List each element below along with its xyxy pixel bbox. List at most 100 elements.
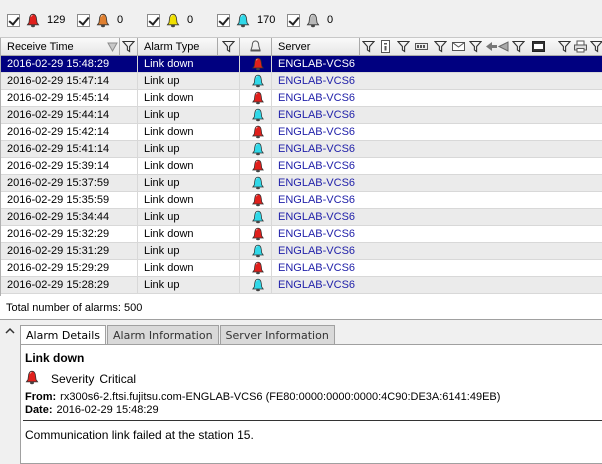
- cell-receive-time: 2016-02-29 15:32:29: [1, 226, 138, 242]
- red-alarm-bell-icon: [240, 158, 272, 174]
- triangle-marker-icon[interactable]: [497, 40, 510, 53]
- column-header-alarm-type[interactable]: Alarm Type: [138, 38, 218, 56]
- filter-funnel-icon[interactable]: [122, 40, 135, 53]
- details-divider: [23, 420, 602, 421]
- cell-server: ENGLAB-VCS6: [272, 209, 602, 225]
- table-row[interactable]: 2016-02-29 15:41:14 Link up ENGLAB-VCS6: [1, 141, 602, 158]
- printer-icon[interactable]: [574, 40, 587, 53]
- table-row[interactable]: 2016-02-29 15:31:29 Link up ENGLAB-VCS6: [1, 243, 602, 260]
- cell-receive-time: 2016-02-29 15:42:14: [1, 124, 138, 140]
- date-value: 2016-02-29 15:48:29: [56, 404, 159, 416]
- alarm-from: From: rx300s6-2.ftsi.fujitsu.com-ENGLAB-V…: [25, 391, 500, 403]
- hardware-device-icon[interactable]: [415, 40, 428, 53]
- alarm-table: Receive Time Alarm Type Server 2016-02-2…: [0, 38, 602, 296]
- filter-critical-checkbox[interactable]: [7, 13, 20, 27]
- column-header-server-label: Server: [278, 41, 311, 53]
- severity-value: Critical: [99, 372, 137, 386]
- filter-funnel-icon[interactable]: [558, 40, 571, 53]
- command-exec-icon[interactable]: [532, 40, 545, 53]
- bell-outline-icon: [249, 40, 262, 53]
- filter-funnel-icon[interactable]: [434, 40, 447, 53]
- cell-alarm-type: Link up: [138, 73, 240, 89]
- cyan-alarm-bell-icon: [240, 175, 272, 191]
- filter-info: 170: [217, 11, 275, 29]
- table-row[interactable]: 2016-02-29 15:28:29 Link up ENGLAB-VCS6: [1, 277, 602, 294]
- alarm-title: Link down: [25, 351, 85, 365]
- filter-minor: 0: [147, 11, 193, 29]
- column-header-server[interactable]: Server: [272, 38, 360, 56]
- alarm-table-body: 2016-02-29 15:48:29 Link down ENGLAB-VCS6 2…: [1, 56, 602, 294]
- cell-server: ENGLAB-VCS6: [272, 124, 602, 140]
- alarm-table-header: Receive Time Alarm Type Server: [1, 38, 602, 56]
- cell-alarm-type: Link down: [138, 192, 240, 208]
- cell-receive-time: 2016-02-29 15:34:44: [1, 209, 138, 225]
- filter-funnel-icon[interactable]: [362, 40, 375, 53]
- table-row[interactable]: 2016-02-29 15:45:14 Link down ENGLAB-VCS6: [1, 90, 602, 107]
- filter-funnel-icon[interactable]: [512, 40, 525, 53]
- alarm-severity: Severity Critical: [25, 370, 136, 388]
- document-info-icon[interactable]: [379, 40, 392, 53]
- column-header-receive-time[interactable]: Receive Time: [1, 38, 120, 56]
- cell-receive-time: 2016-02-29 15:37:59: [1, 175, 138, 191]
- sort-descending-icon[interactable]: [106, 40, 119, 53]
- alarm-message: Communication link failed at the station…: [25, 428, 254, 442]
- filter-major-checkbox[interactable]: [77, 13, 90, 27]
- red-alarm-bell-icon: [26, 13, 40, 28]
- cyan-alarm-bell-icon: [240, 243, 272, 259]
- cell-server: ENGLAB-VCS6: [272, 158, 602, 174]
- cell-server: ENGLAB-VCS6: [272, 56, 602, 72]
- filter-funnel-icon[interactable]: [590, 40, 602, 53]
- alarm-details-content: Link down Severity Critical From: rx300s6…: [20, 344, 602, 464]
- envelope-mail-icon[interactable]: [452, 40, 465, 53]
- tab-alarm-details[interactable]: Alarm Details: [20, 325, 106, 345]
- tab-server-information[interactable]: Server Information: [219, 325, 335, 345]
- from-value: rx300s6-2.ftsi.fujitsu.com-ENGLAB-VCS6 (…: [60, 391, 501, 403]
- table-row[interactable]: 2016-02-29 15:29:29 Link down ENGLAB-VCS6: [1, 260, 602, 277]
- cell-server: ENGLAB-VCS6: [272, 73, 602, 89]
- column-header-receive-time-label: Receive Time: [7, 41, 74, 53]
- cell-alarm-type: Link up: [138, 209, 240, 225]
- red-alarm-bell-icon: [240, 56, 272, 72]
- total-alarms-value: 500: [124, 302, 143, 314]
- collapse-chevron-up-icon[interactable]: [4, 325, 16, 337]
- cell-server: ENGLAB-VCS6: [272, 243, 602, 259]
- cell-alarm-type: Link down: [138, 260, 240, 276]
- cell-server: ENGLAB-VCS6: [272, 226, 602, 242]
- cyan-alarm-bell-icon: [240, 141, 272, 157]
- tab-alarm-information[interactable]: Alarm Information: [107, 325, 219, 345]
- cell-server: ENGLAB-VCS6: [272, 277, 602, 293]
- filter-info-count: 170: [257, 14, 276, 26]
- table-row[interactable]: 2016-02-29 15:32:29 Link down ENGLAB-VCS6: [1, 226, 602, 243]
- table-row[interactable]: 2016-02-29 15:44:14 Link up ENGLAB-VCS6: [1, 107, 602, 124]
- cell-server: ENGLAB-VCS6: [272, 260, 602, 276]
- cell-receive-time: 2016-02-29 15:47:14: [1, 73, 138, 89]
- filter-critical-count: 129: [47, 14, 66, 26]
- cell-alarm-type: Link down: [138, 90, 240, 106]
- table-row[interactable]: 2016-02-29 15:37:59 Link up ENGLAB-VCS6: [1, 175, 602, 192]
- table-row[interactable]: 2016-02-29 15:35:59 Link down ENGLAB-VCS6: [1, 192, 602, 209]
- red-alarm-bell-icon: [240, 192, 272, 208]
- orange-alarm-bell-icon: [96, 13, 110, 28]
- cell-alarm-type: Link down: [138, 158, 240, 174]
- red-alarm-bell-icon: [240, 226, 272, 242]
- cyan-alarm-bell-icon: [240, 107, 272, 123]
- table-row[interactable]: 2016-02-29 15:48:29 Link down ENGLAB-VCS6: [1, 56, 602, 73]
- table-row[interactable]: 2016-02-29 15:42:14 Link down ENGLAB-VCS6: [1, 124, 602, 141]
- red-alarm-bell-icon: [240, 260, 272, 276]
- red-alarm-bell-icon: [240, 90, 272, 106]
- filter-funnel-icon[interactable]: [469, 40, 482, 53]
- filter-minor-checkbox[interactable]: [147, 13, 160, 27]
- filter-unknown-checkbox[interactable]: [287, 13, 300, 27]
- total-alarms: Total number of alarms: 500: [6, 300, 142, 316]
- table-row[interactable]: 2016-02-29 15:47:14 Link up ENGLAB-VCS6: [1, 73, 602, 90]
- table-row[interactable]: 2016-02-29 15:34:44 Link up ENGLAB-VCS6: [1, 209, 602, 226]
- filter-minor-count: 0: [187, 14, 194, 26]
- table-row[interactable]: 2016-02-29 15:39:14 Link down ENGLAB-VCS6: [1, 158, 602, 175]
- filter-funnel-icon[interactable]: [222, 40, 235, 53]
- cell-receive-time: 2016-02-29 15:39:14: [1, 158, 138, 174]
- cell-alarm-type: Link down: [138, 124, 240, 140]
- filter-funnel-icon[interactable]: [397, 40, 410, 53]
- filter-info-checkbox[interactable]: [217, 13, 230, 27]
- from-label: From:: [25, 391, 57, 403]
- cell-alarm-type: Link up: [138, 141, 240, 157]
